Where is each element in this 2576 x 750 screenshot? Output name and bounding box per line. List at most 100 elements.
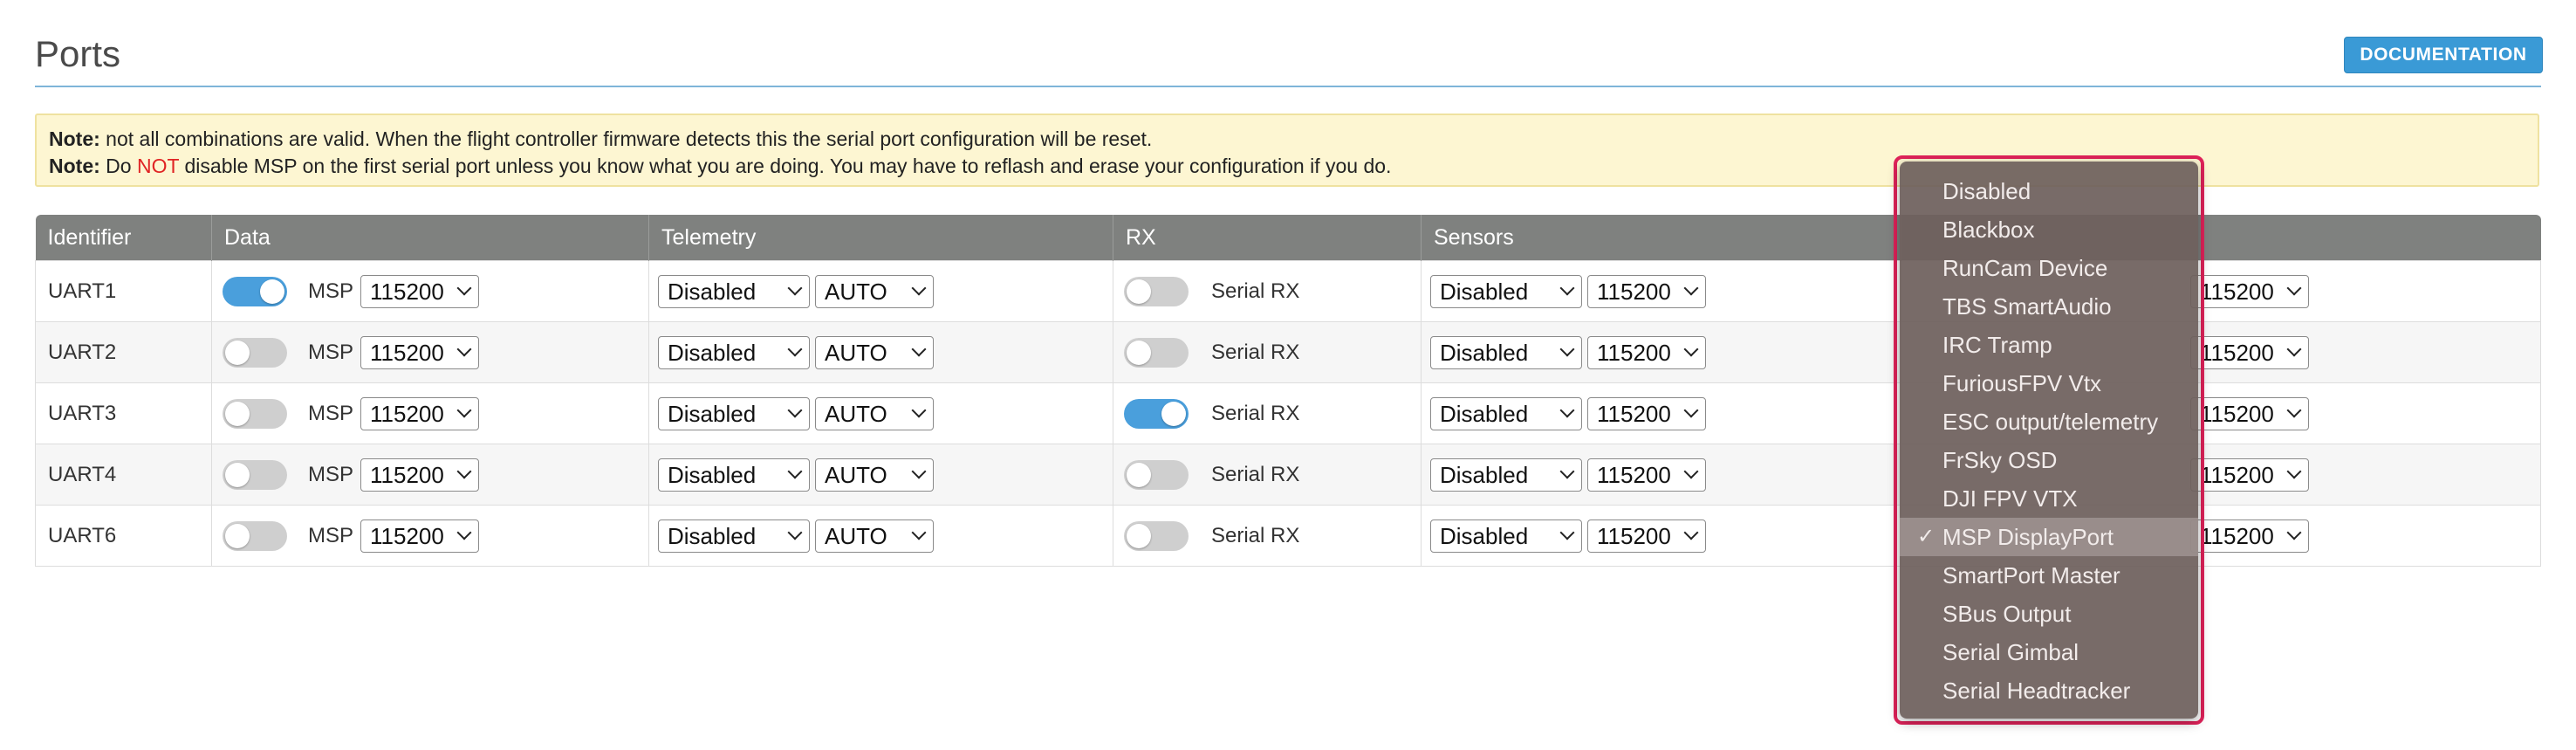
select-value: Disabled (668, 461, 757, 488)
serial-rx-toggle[interactable] (1124, 459, 1189, 490)
dropdown-option[interactable]: Serial Gimbal (1900, 633, 2198, 671)
data-cell: MSP 115200 (211, 321, 649, 383)
chevron-down-icon (787, 464, 803, 478)
telemetry-baudrate-select[interactable]: AUTO (815, 274, 934, 308)
select-value: Disabled (1440, 461, 1529, 488)
telemetry-protocol-select[interactable]: Disabled (658, 458, 810, 492)
toggle-knob (1127, 279, 1151, 304)
msp-toggle[interactable] (223, 276, 287, 306)
msp-baudrate-select[interactable]: 115200 (360, 335, 480, 369)
port-identifier: UART3 (35, 382, 212, 444)
dropdown-option[interactable]: Disabled (1900, 172, 2198, 210)
peripheral-baudrate-select[interactable]: 115200 (2190, 519, 2309, 553)
sensor-baudrate-select[interactable]: 115200 (1587, 274, 1706, 308)
data-cell: MSP 115200 (211, 444, 649, 506)
dropdown-option[interactable]: RunCam Device (1900, 249, 2198, 287)
select-value: Disabled (1440, 522, 1529, 549)
dropdown-option[interactable]: FuriousFPV Vtx (1900, 364, 2198, 403)
telemetry-baudrate-select[interactable]: AUTO (815, 519, 934, 553)
rx-cell: Serial RX (1113, 382, 1422, 444)
msp-baudrate-select[interactable]: 115200 (360, 458, 480, 492)
telemetry-protocol-select[interactable]: Disabled (658, 396, 810, 430)
telemetry-protocol-select[interactable]: Disabled (658, 274, 810, 308)
sensor-select[interactable]: Disabled (1430, 519, 1582, 553)
peripheral-baudrate-select[interactable]: 115200 (2190, 274, 2309, 308)
checkmark-icon: ✓ (1917, 525, 1935, 548)
telemetry-baudrate-select[interactable]: AUTO (815, 458, 934, 492)
msp-toggle[interactable] (223, 520, 287, 551)
select-value: 115200 (370, 461, 444, 488)
sensor-select[interactable]: Disabled (1430, 458, 1582, 492)
telemetry-baudrate-select[interactable]: AUTO (815, 396, 934, 430)
sensor-baudrate-select[interactable]: 115200 (1587, 519, 1706, 553)
select-value: 115200 (1597, 400, 1671, 427)
msp-baudrate-select[interactable]: 115200 (360, 519, 480, 553)
peripheral-baudrate-select[interactable]: 115200 (2190, 396, 2309, 430)
msp-label: MSP (308, 523, 354, 547)
chevron-down-icon (1559, 280, 1575, 295)
select-value: AUTO (825, 278, 887, 305)
dropdown-option[interactable]: ESC output/telemetry (1900, 403, 2198, 441)
chevron-down-icon (1559, 403, 1575, 417)
telemetry-protocol-select[interactable]: Disabled (658, 519, 810, 553)
toggle-knob (1127, 340, 1151, 365)
telemetry-baudrate-select[interactable]: AUTO (815, 335, 934, 369)
header-identifier: Identifier (35, 215, 212, 261)
dropdown-option[interactable]: ✓ MSP DisplayPort (1900, 518, 2198, 556)
documentation-button[interactable]: DOCUMENTATION (2344, 37, 2543, 73)
chevron-down-icon (2286, 403, 2302, 417)
sensor-baudrate-select[interactable]: 115200 (1587, 458, 1706, 492)
serial-rx-toggle[interactable] (1124, 337, 1189, 368)
select-value: Disabled (668, 278, 757, 305)
chevron-down-icon (1559, 341, 1575, 356)
msp-baudrate-select[interactable]: 115200 (360, 396, 480, 430)
serial-rx-toggle[interactable] (1124, 276, 1189, 306)
serial-rx-toggle[interactable] (1124, 398, 1189, 429)
toggle-knob (225, 340, 250, 365)
serial-rx-toggle[interactable] (1124, 520, 1189, 551)
sensor-baudrate-select[interactable]: 115200 (1587, 335, 1706, 369)
msp-baudrate-select[interactable]: 115200 (360, 274, 480, 308)
msp-toggle[interactable] (223, 459, 287, 490)
select-value: Disabled (1440, 339, 1529, 366)
option-label: MSP DisplayPort (1942, 524, 2114, 550)
msp-toggle[interactable] (223, 337, 287, 368)
sensors-cell: Disabled 115200 (1421, 444, 1901, 506)
select-value: Disabled (668, 400, 757, 427)
dropdown-option[interactable]: SmartPort Master (1900, 556, 2198, 595)
rx-cell: Serial RX (1113, 260, 1422, 322)
select-value: AUTO (825, 400, 887, 427)
serial-rx-label: Serial RX (1211, 462, 1300, 486)
toggle-knob (1161, 401, 1186, 426)
sensor-select[interactable]: Disabled (1430, 396, 1582, 430)
chevron-down-icon (911, 280, 927, 295)
option-label: ESC output/telemetry (1942, 409, 2159, 435)
sensor-select[interactable]: Disabled (1430, 274, 1582, 308)
option-label: SmartPort Master (1942, 562, 2120, 588)
msp-toggle[interactable] (223, 398, 287, 429)
telemetry-cell: Disabled AUTO (648, 505, 1113, 567)
serial-rx-label: Serial RX (1211, 340, 1300, 364)
dropdown-option[interactable]: TBS SmartAudio (1900, 287, 2198, 326)
peripherals-dropdown-menu[interactable]: Disabled Blackbox RunCam Device TBS SmartAu… (1900, 162, 2198, 719)
telemetry-protocol-select[interactable]: Disabled (658, 335, 810, 369)
sensors-cell: Disabled 115200 (1421, 505, 1901, 567)
dropdown-option[interactable]: SBus Output (1900, 595, 2198, 633)
header-sensors: Sensors (1421, 215, 1901, 261)
dropdown-option[interactable]: FrSky OSD (1900, 441, 2198, 479)
dropdown-option[interactable]: Blackbox (1900, 210, 2198, 249)
dropdown-option[interactable]: IRC Tramp (1900, 326, 2198, 364)
dropdown-option[interactable]: DJI FPV VTX (1900, 479, 2198, 518)
chevron-down-icon (2286, 341, 2302, 356)
serial-rx-label: Serial RX (1211, 401, 1300, 425)
peripheral-baudrate-select[interactable]: 115200 (2190, 335, 2309, 369)
sensor-baudrate-select[interactable]: 115200 (1587, 396, 1706, 430)
peripheral-baudrate-select[interactable]: 115200 (2190, 458, 2309, 492)
select-value: AUTO (825, 339, 887, 366)
port-identifier: UART2 (35, 321, 212, 383)
chevron-down-icon (1683, 341, 1699, 356)
msp-label: MSP (308, 462, 354, 486)
port-identifier: UART1 (35, 260, 212, 322)
dropdown-option[interactable]: Serial Headtracker (1900, 671, 2198, 710)
sensor-select[interactable]: Disabled (1430, 335, 1582, 369)
